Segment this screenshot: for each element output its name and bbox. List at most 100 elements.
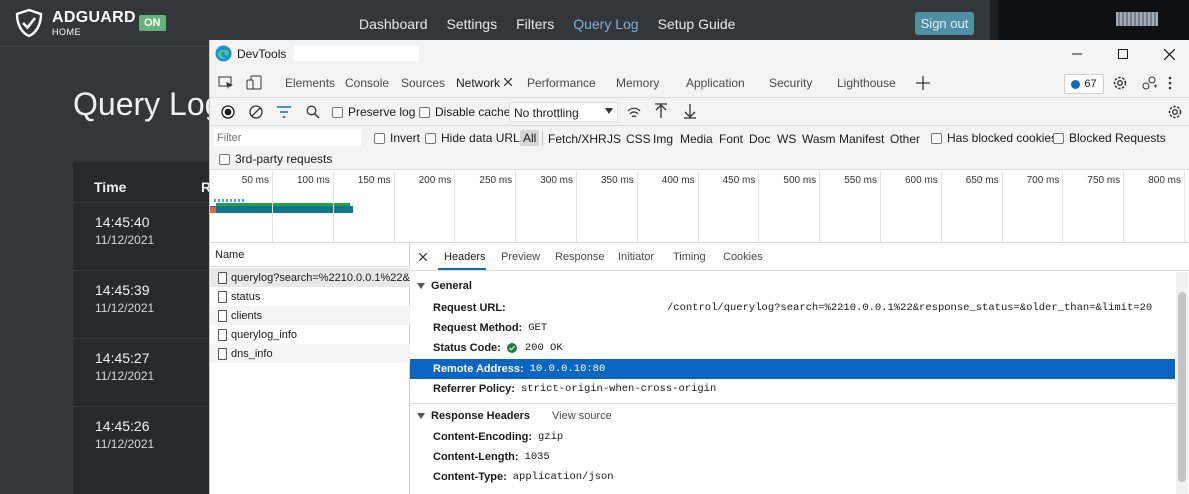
settings-gear-icon[interactable]: [1112, 75, 1128, 91]
request-row-clients[interactable]: clients: [210, 306, 410, 325]
request-row-dns-info[interactable]: dns_info: [210, 344, 410, 363]
tab-lighthouse[interactable]: Lighthouse: [837, 76, 896, 90]
table-row[interactable]: 14:45:39 11/12/2021: [73, 270, 213, 338]
blocked-requests-label: Blocked Requests: [1069, 131, 1166, 145]
record-icon[interactable]: [221, 105, 235, 119]
header-value: 10.0.0.10:80: [529, 363, 606, 375]
checkbox-box[interactable]: [419, 106, 430, 118]
view-source-link[interactable]: View source: [552, 410, 612, 422]
filter-type-manifest[interactable]: Manifest: [839, 132, 884, 146]
table-row[interactable]: 14:45:26 11/12/2021: [73, 406, 213, 474]
filter-type-other[interactable]: Other: [890, 132, 920, 146]
filter-type-doc[interactable]: Doc: [749, 132, 770, 146]
search-icon[interactable]: [306, 105, 320, 119]
nav-settings[interactable]: Settings: [447, 16, 498, 32]
sign-out-button[interactable]: Sign out: [915, 12, 974, 35]
row-time: 14:45:27: [95, 350, 150, 366]
checkbox-box[interactable]: [425, 132, 436, 144]
column-header-time[interactable]: Time: [94, 179, 126, 195]
clear-icon[interactable]: [249, 105, 263, 119]
tab-cookies[interactable]: Cookies: [723, 251, 763, 263]
table-row[interactable]: 14:45:27 11/12/2021: [73, 338, 213, 406]
tab-network[interactable]: Network: [456, 76, 500, 90]
filter-type-font[interactable]: Font: [719, 132, 743, 146]
tab-headers[interactable]: Headers: [444, 251, 486, 263]
hide-data-urls-checkbox[interactable]: Hide data URLs: [425, 131, 526, 145]
close-button[interactable]: [1158, 44, 1180, 64]
request-method-row: Request Method: GET: [410, 318, 1175, 338]
preserve-log-checkbox[interactable]: Preserve log: [332, 105, 415, 119]
import-har-icon[interactable]: [655, 103, 667, 119]
invert-checkbox[interactable]: Invert: [374, 131, 420, 145]
timeline-tick-label: 100 ms: [297, 175, 330, 186]
network-overview-timeline[interactable]: 50 ms 100 ms 150 ms 200 ms 250 ms 300 ms 350 m…: [210, 171, 1189, 243]
filter-type-css[interactable]: CSS: [626, 132, 651, 146]
customize-icon[interactable]: [1141, 75, 1157, 91]
header-value: /control/querylog?search=%2210.0.0.1%22&…: [667, 302, 1153, 314]
filter-type-wasm[interactable]: Wasm: [802, 132, 836, 146]
nav-query-log[interactable]: Query Log: [573, 16, 638, 32]
filter-type-media[interactable]: Media: [680, 132, 713, 146]
minimize-button[interactable]: [1066, 44, 1088, 64]
device-emulation-icon[interactable]: [246, 75, 262, 91]
section-general[interactable]: General: [417, 280, 472, 292]
tab-performance[interactable]: Performance: [527, 76, 596, 90]
tab-timing[interactable]: Timing: [673, 251, 706, 263]
tab-initiator[interactable]: Initiator: [618, 251, 654, 263]
close-details-icon[interactable]: [419, 253, 427, 261]
checkbox-box[interactable]: [374, 132, 385, 144]
checkbox-box[interactable]: [1053, 132, 1064, 144]
close-tab-icon[interactable]: [504, 78, 512, 86]
network-settings-gear-icon[interactable]: [1167, 104, 1183, 120]
table-row[interactable]: 14:45:40 11/12/2021: [73, 202, 213, 270]
filter-type-img[interactable]: Img: [653, 132, 673, 146]
section-response-headers[interactable]: Response Headers View source: [417, 410, 612, 422]
scrollbar-thumb[interactable]: [1178, 292, 1186, 482]
row-time: 14:45:39: [95, 282, 150, 298]
filter-icon[interactable]: [277, 106, 291, 118]
tab-security[interactable]: Security: [769, 76, 812, 90]
third-party-checkbox[interactable]: 3rd-party requests: [219, 152, 332, 166]
network-conditions-icon[interactable]: [626, 106, 642, 120]
checkbox-box[interactable]: [931, 132, 942, 144]
nav-dashboard[interactable]: Dashboard: [359, 16, 428, 32]
request-row-querylog[interactable]: querylog?search=%2210.0.0.1%22&response_…: [210, 268, 410, 287]
filter-type-fetch-xhr[interactable]: Fetch/XHR: [548, 132, 607, 146]
details-scrollbar[interactable]: [1176, 272, 1188, 494]
column-header-name[interactable]: Name: [210, 243, 410, 267]
maximize-button[interactable]: [1112, 44, 1134, 64]
timeline-grid-line: [697, 171, 699, 243]
request-row-status[interactable]: status: [210, 287, 410, 306]
blocked-requests-checkbox[interactable]: Blocked Requests: [1053, 131, 1166, 145]
tab-console[interactable]: Console: [345, 76, 389, 90]
app-logo[interactable]: ADGUARD HOME: [14, 8, 136, 38]
nav-setup-guide[interactable]: Setup Guide: [658, 16, 736, 32]
issues-badge[interactable]: 67: [1064, 74, 1104, 94]
remote-address-row[interactable]: Remote Address: 10.0.0.10:80: [410, 359, 1175, 379]
checkbox-box[interactable]: [332, 106, 343, 118]
filter-input[interactable]: [214, 129, 361, 146]
request-row-querylog-info[interactable]: querylog_info: [210, 325, 410, 344]
more-options-icon[interactable]: [1168, 76, 1172, 90]
timeline-grid-line: [758, 171, 760, 243]
checkbox-box[interactable]: [219, 153, 230, 165]
tab-preview[interactable]: Preview: [501, 251, 540, 263]
tab-memory[interactable]: Memory: [616, 76, 659, 90]
tab-application[interactable]: Application: [686, 76, 745, 90]
disable-cache-checkbox[interactable]: Disable cache: [419, 105, 510, 119]
throttling-select[interactable]: No throttling: [509, 102, 618, 122]
add-tab-icon[interactable]: [916, 76, 930, 90]
export-har-icon[interactable]: [684, 103, 696, 119]
has-blocked-cookies-checkbox[interactable]: Has blocked cookies: [931, 131, 1057, 145]
filter-type-all[interactable]: All: [520, 130, 540, 146]
timeline-tick-label: 300 ms: [540, 175, 573, 186]
inspect-element-icon[interactable]: [218, 76, 234, 90]
document-icon: [218, 290, 227, 303]
nav-filters[interactable]: Filters: [516, 16, 554, 32]
tab-response[interactable]: Response: [555, 251, 605, 263]
filter-type-ws[interactable]: WS: [777, 132, 796, 146]
document-icon: [218, 328, 227, 341]
tab-elements[interactable]: Elements: [285, 76, 335, 90]
filter-type-js[interactable]: JS: [607, 132, 621, 146]
tab-sources[interactable]: Sources: [401, 76, 445, 90]
